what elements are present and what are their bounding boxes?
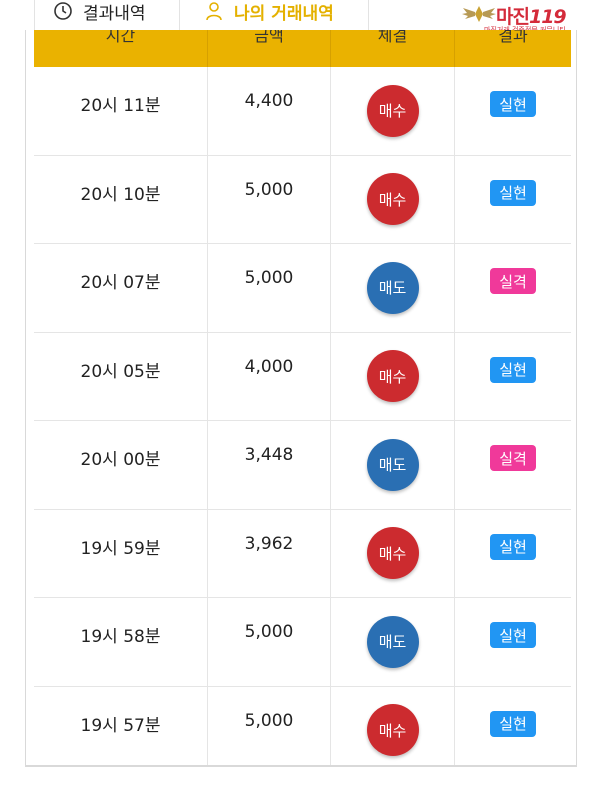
- header-result: 결과: [455, 30, 571, 67]
- table-row: 19시 58분 5,000 매도 실현: [34, 598, 571, 687]
- table-row: 19시 59분 3,962 매수 실현: [34, 509, 571, 598]
- realized-badge: 실현: [490, 179, 536, 206]
- cell-time: 20시 05분: [34, 332, 208, 420]
- user-icon: [206, 2, 222, 21]
- cell-result: 실현: [455, 333, 571, 421]
- cell-amount: 5,000: [208, 155, 331, 243]
- table-row: 20시 00분 3,448 매도 실격: [34, 421, 571, 510]
- realized-badge: 실현: [490, 710, 536, 737]
- cell-time: 19시 58분: [34, 598, 208, 686]
- tab-results[interactable]: 결과내역: [34, 0, 179, 32]
- realized-badge: 실현: [490, 622, 536, 648]
- trade-history-table: 시간 금액 체결 결과 20시 11분 4,400 매수 실현 20시 10분 5,000…: [25, 30, 577, 766]
- buy-badge: 매수: [366, 350, 419, 403]
- cell-time: 20시 00분: [34, 421, 208, 509]
- cell-result: 실격: [455, 421, 571, 509]
- tab-my-trades-label: 나의 거래내역: [234, 3, 334, 24]
- failed-badge: 실격: [490, 268, 536, 294]
- history-icon: [54, 2, 72, 20]
- cell-result: 실현: [455, 156, 571, 244]
- sell-badge: 매도: [366, 261, 419, 314]
- table-row: 20시 11분 4,400 매수 실현: [34, 67, 571, 156]
- cell-result: 실현: [455, 67, 571, 155]
- realized-badge: 실현: [490, 91, 536, 117]
- cell-amount: 3,962: [208, 509, 331, 597]
- cell-side: 매수: [331, 332, 455, 420]
- header-time-label: 시간: [105, 30, 136, 45]
- cell-result: 실격: [455, 244, 571, 332]
- cell-side: 매수: [331, 686, 455, 765]
- header-time: 시간: [34, 30, 208, 67]
- cell-amount: 5,000: [208, 686, 331, 765]
- cell-result: 실현: [455, 598, 571, 686]
- sell-badge: 매도: [366, 438, 419, 491]
- cell-side: 매수: [331, 509, 455, 597]
- cell-time: 20시 07분: [34, 244, 208, 332]
- table-row: 19시 57분 5,000 매수 실현: [34, 686, 571, 766]
- realized-badge: 실현: [490, 356, 536, 383]
- buy-badge: 매수: [366, 173, 419, 226]
- table-row: 20시 07분 5,000 매도 실격: [34, 244, 571, 333]
- buy-badge: 매수: [366, 704, 419, 757]
- cell-time: 20시 10분: [34, 155, 208, 243]
- cell-side: 매수: [331, 155, 455, 243]
- header-amount: 금액: [208, 30, 331, 67]
- cell-time: 20시 11분: [34, 67, 208, 155]
- cell-amount: 5,000: [208, 598, 331, 686]
- buy-badge: 매수: [366, 527, 419, 580]
- cell-result: 실현: [455, 687, 571, 766]
- failed-badge: 실격: [490, 445, 536, 471]
- header-side-label: 체결: [377, 30, 408, 45]
- table-row: 20시 10분 5,000 매수 실현: [34, 155, 571, 244]
- table-bottom-border: [25, 766, 577, 767]
- cell-amount: 5,000: [208, 244, 331, 332]
- table-row: 20시 05분 4,000 매수 실현: [34, 332, 571, 421]
- header-amount-label: 금액: [254, 30, 284, 45]
- cell-side: 매도: [331, 598, 455, 686]
- cell-side: 매수: [331, 67, 455, 155]
- cell-time: 19시 57분: [34, 686, 208, 765]
- cell-amount: 4,400: [208, 67, 331, 155]
- realized-badge: 실현: [490, 533, 536, 560]
- tab-my-trades[interactable]: 나의 거래내역: [179, 0, 369, 32]
- cell-side: 매도: [331, 244, 455, 332]
- sell-badge: 매도: [366, 615, 419, 668]
- cell-result: 실현: [455, 510, 571, 598]
- cell-amount: 3,448: [208, 421, 331, 509]
- table-body: 20시 11분 4,400 매수 실현 20시 10분 5,000 매수 실현 20시 07분 5…: [34, 67, 571, 766]
- cell-side: 매도: [331, 421, 455, 509]
- wings-emblem-icon: [462, 6, 496, 22]
- cell-time: 19시 59분: [34, 509, 208, 597]
- tab-results-label: 결과내역: [83, 3, 146, 24]
- header-side: 체결: [331, 30, 455, 67]
- table-header: 시간 금액 체결 결과: [34, 30, 571, 67]
- buy-badge: 매수: [366, 84, 419, 137]
- header-result-label: 결과: [498, 30, 528, 45]
- cell-amount: 4,000: [208, 332, 331, 420]
